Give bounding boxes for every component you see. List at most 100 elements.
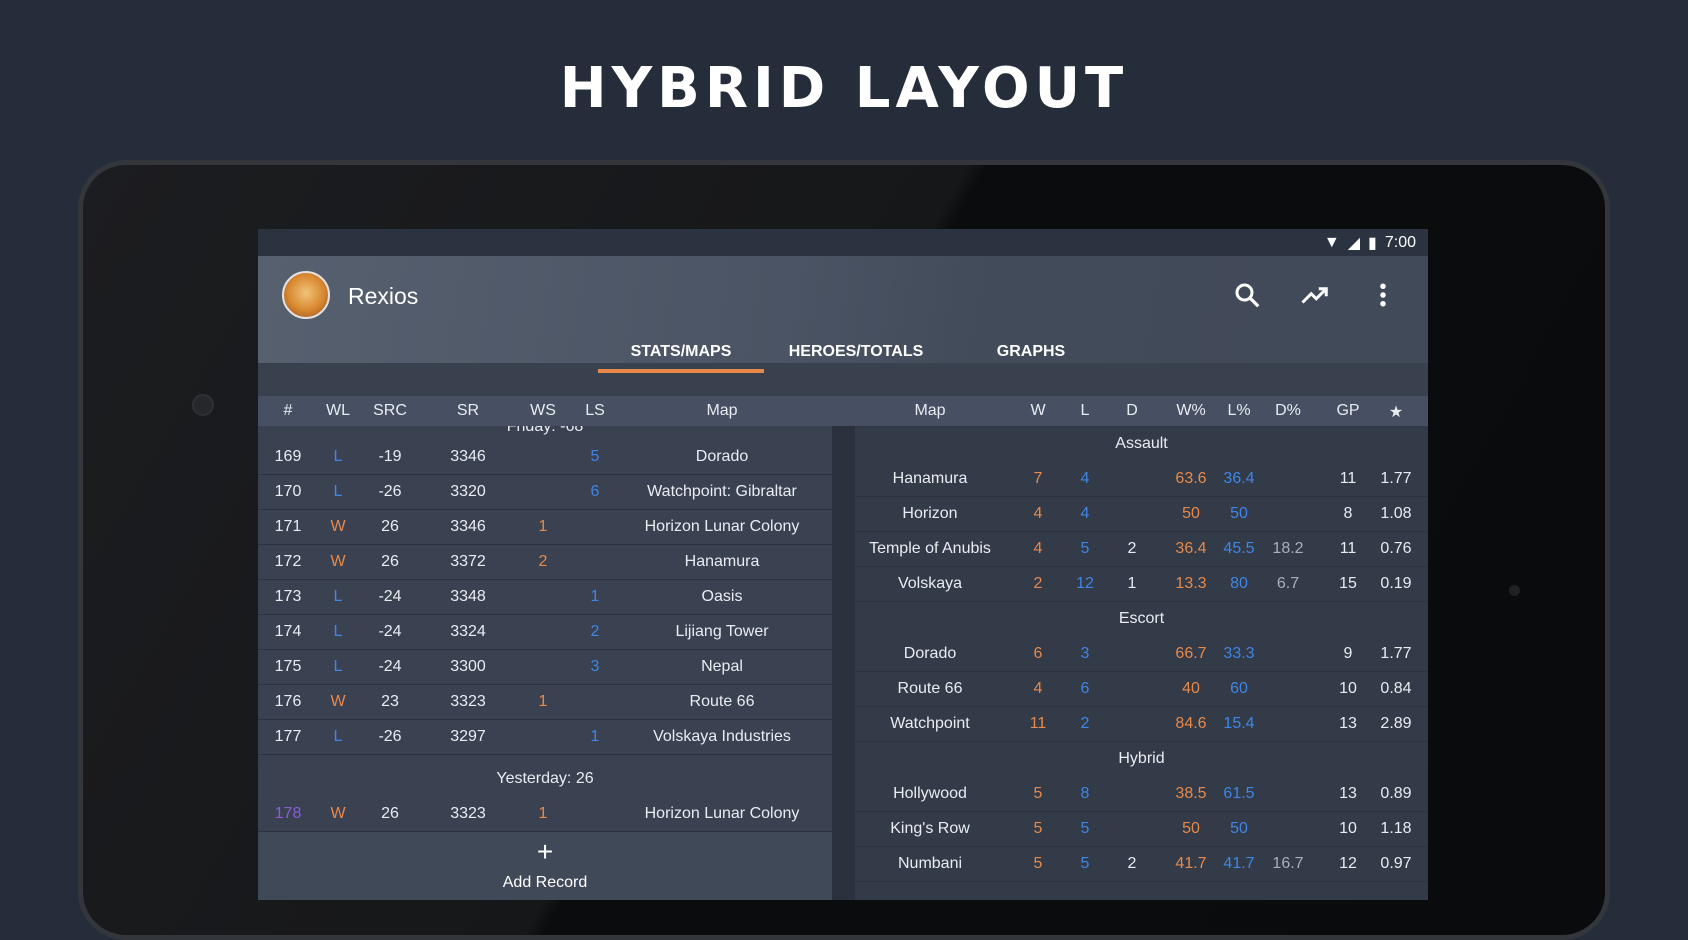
col-header-map-right[interactable]: Map (914, 402, 945, 420)
cell-rating: 1.08 (1380, 505, 1412, 522)
col-header-wpct[interactable]: W% (1176, 402, 1205, 420)
trending-up-icon[interactable] (1298, 278, 1332, 312)
cell-map: Nepal (701, 658, 743, 675)
cell-lpct: 60 (1230, 680, 1248, 697)
cell-lpct: 33.3 (1223, 645, 1255, 662)
cell-map: Dorado (695, 448, 749, 465)
map-stat-row[interactable]: Hollywood 5 8 38.5 61.5 13 0.89 (855, 776, 1428, 812)
map-stat-row[interactable]: Numbani 5 5 2 41.7 41.7 16.7 12 0.97 (855, 846, 1428, 882)
cell-sr: 3372 (450, 553, 486, 570)
cell-sr: 3297 (450, 728, 486, 745)
cell-src: -26 (378, 728, 402, 745)
cell-wl: W (330, 553, 346, 570)
tab-heroes-totals[interactable]: HEROES/TOTALS (764, 336, 948, 367)
cell-src: -26 (378, 483, 402, 500)
record-row[interactable]: 177 L -26 3297 1 Volskaya Industries (258, 719, 832, 755)
status-time: 7:00 (1384, 233, 1416, 251)
cell-ls: 6 (590, 483, 600, 500)
cell-l: 6 (1080, 680, 1090, 697)
cell-lpct: 80 (1230, 575, 1248, 592)
col-header-sr[interactable]: SR (457, 402, 479, 420)
cell-sr: 3300 (450, 658, 486, 675)
cell-map: Hanamura (684, 553, 760, 570)
cell-rating: 1.77 (1380, 470, 1412, 487)
tab-bar: STATS/MAPS HEROES/TOTALS GRAPHS (598, 336, 1114, 373)
cell-l: 5 (1080, 855, 1090, 872)
cell-wpct: 50 (1182, 820, 1200, 837)
cell-gp: 13 (1339, 785, 1357, 802)
col-header-gp[interactable]: GP (1336, 402, 1359, 420)
cell-w: 4 (1033, 505, 1043, 522)
cell-map: Temple of Anubis (869, 540, 991, 557)
cell-src: -24 (378, 658, 402, 675)
map-stat-row[interactable]: Dorado 6 3 66.7 33.3 9 1.77 (855, 636, 1428, 672)
cell-ws: 2 (538, 553, 548, 570)
record-row[interactable]: 173 L -24 3348 1 Oasis (258, 579, 832, 615)
record-row[interactable]: 174 L -24 3324 2 Lijiang Tower (258, 614, 832, 650)
column-header-row: # WL SRC SR WS LS Map Map W L D W% L% D%… (258, 396, 1428, 426)
record-row[interactable]: 175 L -24 3300 3 Nepal (258, 649, 832, 685)
record-row[interactable]: 178 W 26 3323 1 Horizon Lunar Colony (258, 796, 832, 832)
col-header-map-left[interactable]: Map (706, 402, 737, 420)
tab-stats-maps[interactable]: STATS/MAPS (598, 336, 764, 373)
map-stat-row[interactable]: King's Row 5 5 50 50 10 1.18 (855, 811, 1428, 847)
cell-ls: 5 (590, 448, 600, 465)
plus-icon: + (536, 836, 554, 867)
cell-gp: 11 (1339, 470, 1357, 487)
cell-w: 4 (1033, 680, 1043, 697)
cell-map: Dorado (903, 645, 957, 662)
cell-gp: 15 (1339, 575, 1357, 592)
cell-d: 1 (1127, 575, 1137, 592)
page-headline: HYBRID LAYOUT (559, 56, 1129, 121)
pane-divider (832, 426, 855, 900)
map-stat-row[interactable]: Route 66 4 6 40 60 10 0.84 (855, 671, 1428, 707)
cell-map: Horizon Lunar Colony (644, 805, 800, 822)
col-header-wl[interactable]: WL (326, 402, 350, 420)
map-stat-row[interactable]: Temple of Anubis 4 5 2 36.4 45.5 18.2 11 0.76 (855, 531, 1428, 567)
map-stat-row[interactable]: Volskaya 2 12 1 13.3 80 6.7 15 0.19 (855, 566, 1428, 602)
cell-rating: 0.89 (1380, 785, 1412, 802)
more-vert-icon[interactable] (1366, 278, 1400, 312)
col-header-ls[interactable]: LS (585, 402, 605, 420)
cell-wpct: 41.7 (1175, 855, 1207, 872)
record-row[interactable]: 169 L -19 3346 5 Dorado (258, 439, 832, 475)
col-header-lpct[interactable]: L% (1227, 402, 1250, 420)
col-header-l[interactable]: L (1081, 402, 1090, 420)
cell-ls: 1 (590, 588, 600, 605)
cell-map: Route 66 (689, 693, 755, 710)
record-row[interactable]: 171 W 26 3346 1 Horizon Lunar Colony (258, 509, 832, 545)
cell-l: 5 (1080, 540, 1090, 557)
battery-icon: ▮ (1368, 234, 1377, 252)
tab-graphs[interactable]: GRAPHS (948, 336, 1114, 367)
cell-wpct: 63.6 (1175, 470, 1207, 487)
cell-map: Hollywood (893, 785, 967, 802)
col-header-dpct[interactable]: D% (1275, 402, 1301, 420)
status-bar: ▼ ◢ ▮ 7:00 (258, 229, 1428, 256)
cell-map: Oasis (701, 588, 743, 605)
content-panes: # WL SRC SR WS LS Map Map W L D W% L% D%… (258, 396, 1428, 900)
section-header: Hybrid (1118, 750, 1165, 767)
add-record-button[interactable]: + Add Record (258, 832, 832, 900)
cell-l: 2 (1080, 715, 1090, 732)
col-header-src[interactable]: SRC (373, 402, 407, 420)
col-header-ws[interactable]: WS (530, 402, 556, 420)
col-header-w[interactable]: W (1030, 402, 1045, 420)
cell-l: 8 (1080, 785, 1090, 802)
app-title: Rexios (348, 283, 419, 309)
avatar[interactable] (282, 271, 330, 319)
col-header-d[interactable]: D (1126, 402, 1138, 420)
cell-d: 2 (1127, 855, 1137, 872)
record-row[interactable]: 170 L -26 3320 6 Watchpoint: Gibraltar (258, 474, 832, 510)
map-stats-table: Assault Hanamura 7 4 63.6 36.4 11 1.77 Horizon 4 4… (855, 426, 1428, 900)
map-stat-row[interactable]: Watchpoint 11 2 84.6 15.4 13 2.89 (855, 706, 1428, 742)
cell-map: Numbani (897, 855, 963, 872)
map-stat-row[interactable]: Horizon 4 4 50 50 8 1.08 (855, 496, 1428, 532)
record-row[interactable]: 176 W 23 3323 1 Route 66 (258, 684, 832, 720)
cell-rating: 0.97 (1380, 855, 1412, 872)
search-icon[interactable] (1230, 278, 1264, 312)
col-header-number[interactable]: # (284, 402, 293, 420)
col-header-rating[interactable]: ★ (1389, 402, 1403, 422)
cell-map: Watchpoint: Gibraltar (647, 483, 797, 500)
record-row[interactable]: 172 W 26 3372 2 Hanamura (258, 544, 832, 580)
map-stat-row[interactable]: Hanamura 7 4 63.6 36.4 11 1.77 (855, 461, 1428, 497)
